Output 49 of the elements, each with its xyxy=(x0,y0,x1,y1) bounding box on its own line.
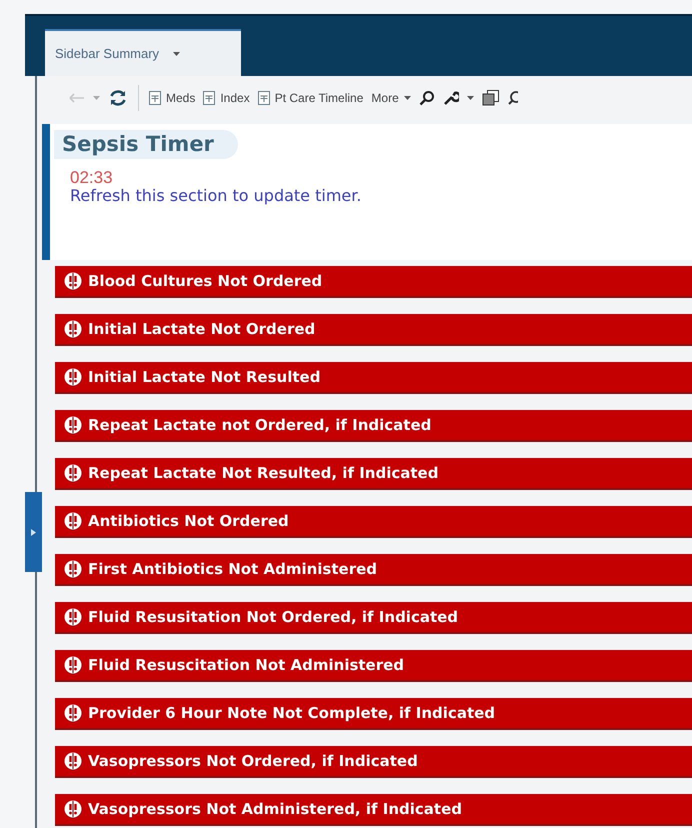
toolbar-link[interactable]: Meds xyxy=(149,91,196,105)
alert-icon xyxy=(64,512,82,530)
alert-text: Vasopressors Not Ordered, if Indicated xyxy=(88,752,418,770)
back-arrow-icon xyxy=(69,93,85,103)
tab[interactable]: Sidebar Summary xyxy=(45,29,241,76)
section-header: Sepsis Timer xyxy=(54,130,238,159)
zoom-button[interactable] xyxy=(508,90,518,106)
search-icon xyxy=(418,90,435,106)
more-menu[interactable]: More xyxy=(371,91,411,105)
alert-text: Provider 6 Hour Note Not Complete, if Indicated xyxy=(88,704,496,722)
alert-text: Fluid Resuscitation Not Administered xyxy=(88,656,404,674)
refresh-button[interactable] xyxy=(108,88,128,108)
alert-text: First Antibiotics Not Administered xyxy=(88,560,378,578)
alert-text: Fluid Resusitation Not Ordered, if Indicated xyxy=(88,608,458,626)
alert-text: Vasopressors Not Administered, if Indicated xyxy=(88,800,462,818)
toolbar-link[interactable]: Pt Care Timeline xyxy=(258,91,364,105)
document-icon xyxy=(258,91,270,105)
alert-text: Repeat Lactate Not Resulted, if Indicated xyxy=(88,464,438,482)
timer-value: 02:33 xyxy=(70,169,114,186)
alert-text: Initial Lactate Not Resulted xyxy=(88,368,320,386)
alert-icon xyxy=(64,416,82,434)
caret-icon xyxy=(466,96,474,100)
alert-icon xyxy=(64,560,82,578)
toolbar-link[interactable]: Index xyxy=(203,91,250,105)
alert-icon xyxy=(64,320,82,338)
refresh-icon xyxy=(108,88,128,108)
alert-icon xyxy=(64,608,82,626)
alert-icon xyxy=(64,368,82,386)
alert-text: Antibiotics Not Ordered xyxy=(88,512,289,530)
alert-text: Initial Lactate Not Ordered xyxy=(88,320,316,338)
copy-icon xyxy=(482,90,500,106)
refresh-message: Refresh this section to update timer. xyxy=(70,186,362,206)
document-icon xyxy=(203,91,216,105)
expand-handle[interactable] xyxy=(25,492,42,572)
caret-icon xyxy=(404,96,411,100)
alert-icon xyxy=(64,752,82,770)
caret-icon xyxy=(93,96,100,100)
alert-icon xyxy=(64,656,82,674)
zoom-icon xyxy=(508,90,518,106)
alert-text: Blood Cultures Not Ordered xyxy=(88,272,322,290)
alert-icon xyxy=(64,272,82,290)
alert-icon xyxy=(64,800,82,818)
document-icon xyxy=(149,91,161,105)
alert-icon xyxy=(64,704,82,722)
search-button[interactable] xyxy=(418,90,435,106)
caret-icon xyxy=(173,52,180,56)
alert-text: Repeat Lactate not Ordered, if Indicated xyxy=(88,416,432,434)
alert-icon xyxy=(64,464,82,482)
copy-button[interactable] xyxy=(482,90,500,106)
